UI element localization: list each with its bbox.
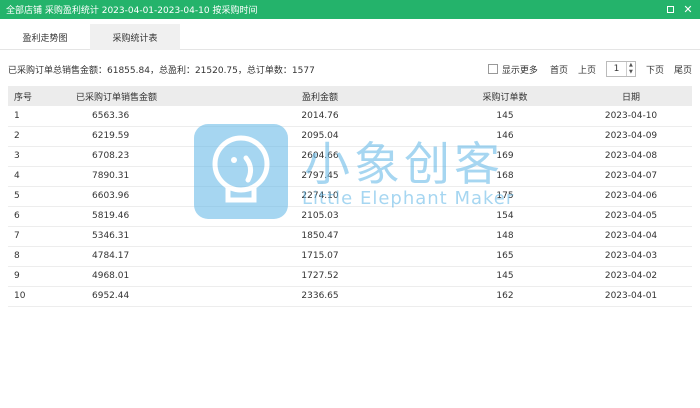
spin-down-icon[interactable]: ▼ <box>627 69 635 76</box>
page-number-stepper[interactable]: 1 ▲ ▼ <box>605 61 636 77</box>
spin-up-icon[interactable]: ▲ <box>627 62 635 69</box>
table-row[interactable]: 10 6952.44 2336.65 162 2023-04-01 <box>8 286 692 307</box>
pager: 显示更多 首页 上页 1 ▲ ▼ 下页 尾页 <box>487 61 692 77</box>
prev-page-link[interactable]: 上页 <box>578 63 596 76</box>
table-row[interactable]: 3 6708.23 2604.66 169 2023-04-08 <box>8 146 692 167</box>
info-bar: 已采购订单总销售金额：61855.84，总盈利：21520.75，总订单数：15… <box>0 60 700 78</box>
col-header-index[interactable]: 序号 <box>8 86 70 106</box>
table-row[interactable]: 8 4784.17 1715.07 165 2023-04-03 <box>8 246 692 267</box>
show-more-label: 显示更多 <box>501 65 538 76</box>
tab-bar: 盈利走势图 采购统计表 <box>0 24 700 50</box>
summary-text: 已采购订单总销售金额：61855.84，总盈利：21520.75，总订单数：15… <box>8 65 315 76</box>
tab-purchase-stats[interactable]: 采购统计表 <box>90 24 180 50</box>
table-header-row: 序号 已采购订单销售金额 盈利金额 采购订单数 日期 <box>8 86 692 106</box>
col-header-date[interactable]: 日期 <box>570 86 692 106</box>
page-number-value[interactable]: 1 <box>607 62 626 76</box>
table-row[interactable]: 4 7890.31 2797.45 168 2023-04-07 <box>8 166 692 187</box>
maximize-icon[interactable] <box>664 4 676 16</box>
show-more-checkbox[interactable] <box>487 64 498 74</box>
table-row[interactable]: 6 5819.46 2105.03 154 2023-04-05 <box>8 206 692 227</box>
next-page-link[interactable]: 下页 <box>646 63 664 76</box>
tab-profit-trend[interactable]: 盈利走势图 <box>0 24 90 50</box>
table-row[interactable]: 2 6219.59 2095.04 146 2023-04-09 <box>8 126 692 147</box>
table-row[interactable]: 7 5346.31 1850.47 148 2023-04-04 <box>8 226 692 247</box>
stats-table: 序号 已采购订单销售金额 盈利金额 采购订单数 日期 1 6563.36 2014.… <box>8 86 692 307</box>
col-header-sales[interactable]: 已采购订单销售金额 <box>70 86 200 106</box>
first-page-link[interactable]: 首页 <box>550 63 568 76</box>
col-header-profit[interactable]: 盈利金额 <box>200 86 440 106</box>
table-row[interactable]: 5 6603.96 2274.10 175 2023-04-06 <box>8 186 692 207</box>
last-page-link[interactable]: 尾页 <box>674 63 692 76</box>
close-icon[interactable]: ✕ <box>682 4 694 16</box>
col-header-orders[interactable]: 采购订单数 <box>440 86 570 106</box>
table-row[interactable]: 1 6563.36 2014.76 145 2023-04-10 <box>8 106 692 127</box>
window-title: 全部店铺 采购盈利统计 2023-04-01-2023-04-10 按采购时间 <box>6 6 258 16</box>
table-row[interactable]: 9 4968.01 1727.52 145 2023-04-02 <box>8 266 692 287</box>
window-titlebar: 全部店铺 采购盈利统计 2023-04-01-2023-04-10 按采购时间 … <box>0 0 700 19</box>
